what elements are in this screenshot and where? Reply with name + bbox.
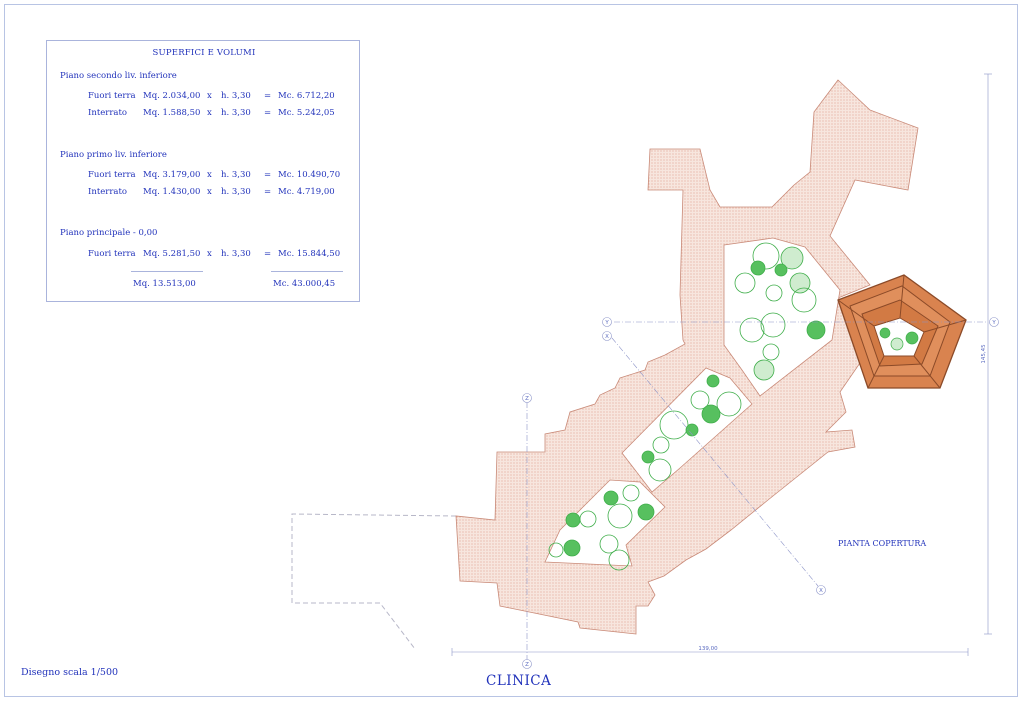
row-times: x [207,108,212,118]
tree-symbol [563,539,581,557]
tree-symbol [774,263,788,277]
dome-roof [837,274,967,389]
marker-z-top: Z [525,396,529,402]
section-heading: Piano principale - 0,00 [60,228,158,238]
row-label: Fuori terra [88,249,136,259]
roof-footprint [455,79,919,635]
drawing-title: CLINICA [486,673,552,689]
row-height: h. 3,30 [221,108,251,118]
tree-symbol [750,260,766,276]
tree-symbol [806,320,826,340]
tree-symbol [641,450,655,464]
row-volume: Mc. 10.490,70 [278,170,341,180]
row-volume: Mc. 6.712,20 [278,91,335,101]
tree-symbol [905,331,919,345]
row-height: h. 3,30 [221,187,251,197]
tree-symbol [706,374,720,388]
row-times: x [207,170,212,180]
marker-x-bottom: X [819,588,823,594]
total-volume: Mc. 43.000,45 [273,279,336,289]
row-times: x [207,187,212,197]
row-volume: Mc. 4.719,00 [278,187,335,197]
row-height: h. 3,30 [221,170,251,180]
tree-symbol [789,272,811,294]
dimension-vertical: 145,45 [981,344,987,364]
row-volume: Mc. 15.844,50 [278,249,341,259]
marker-y-right: Y [991,320,996,326]
row-equals: = [264,108,272,118]
row-equals: = [264,187,272,197]
total-area: Mq. 13.513,00 [133,279,196,289]
surfaces-volumes-table: SUPERFICI E VOLUMI Piano secondo liv. in… [46,40,360,302]
row-volume: Mc. 5.242,05 [278,108,335,118]
table-title: SUPERFICI E VOLUMI [152,48,256,58]
section-heading: Piano secondo liv. inferiore [60,71,177,81]
plan-label: PIANTA COPERTURA [838,539,927,548]
row-area: Mq. 2.034,00 [143,91,201,101]
marker-x-top: X [605,334,609,340]
row-times: x [207,249,212,259]
dimension-horizontal: 139,00 [698,646,718,652]
tree-symbol [637,503,655,521]
row-area: Mq. 1.430,00 [143,187,201,197]
marker-y-left: Y [604,320,609,326]
marker-z-bottom: Z [525,662,529,668]
row-label: Interrato [88,187,128,197]
scale-note: Disegno scala 1/500 [21,667,119,678]
row-height: h. 3,30 [221,91,251,101]
tree-symbol [753,359,775,381]
tree-symbol [603,490,619,506]
row-label: Interrato [88,108,128,118]
row-label: Fuori terra [88,91,136,101]
row-area: Mq. 1.588,50 [143,108,201,118]
tree-symbol [565,512,581,528]
row-equals: = [264,170,272,180]
tree-symbol [890,337,904,351]
row-equals: = [264,91,272,101]
row-times: x [207,91,212,101]
total-volume-rule [271,271,343,272]
site-boundary-dashed [291,513,457,650]
row-height: h. 3,30 [221,249,251,259]
row-area: Mq. 3.179,00 [143,170,201,180]
tree-symbol [701,404,721,424]
tree-symbol [879,327,891,339]
row-equals: = [264,249,272,259]
total-area-rule [131,271,203,272]
row-area: Mq. 5.281,50 [143,249,201,259]
row-label: Fuori terra [88,170,136,180]
section-heading: Piano primo liv. inferiore [60,150,167,160]
